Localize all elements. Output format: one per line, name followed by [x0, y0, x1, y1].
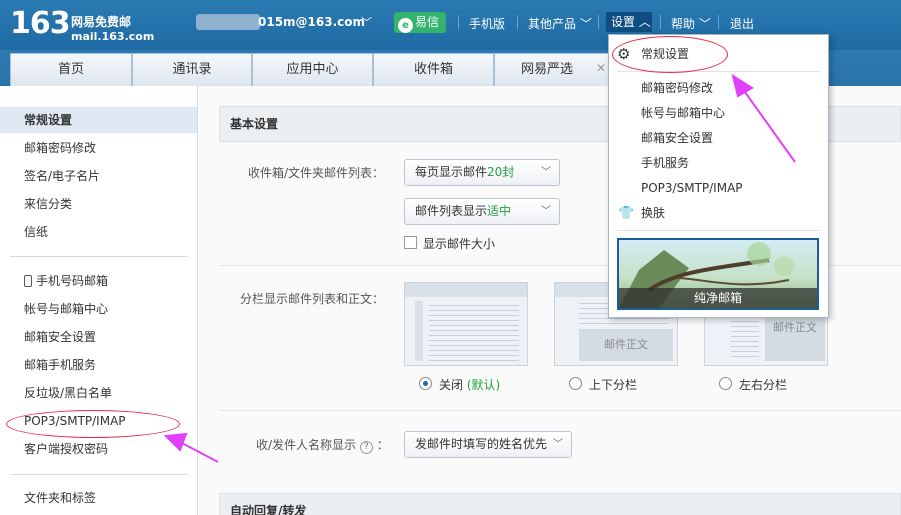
divider: [718, 15, 719, 29]
sidebar-item-label: 手机号码邮箱: [36, 274, 109, 288]
highlight-ellipse: [6, 410, 180, 438]
sidebar-item-general[interactable]: 常规设置: [0, 107, 197, 133]
sidebar-item-mobile-service[interactable]: 邮箱手机服务: [0, 352, 197, 378]
select-density-value: 适中: [487, 204, 512, 218]
highlight-ellipse: [612, 36, 728, 73]
chevron-down-icon: ﹀: [541, 206, 551, 217]
dropdown-item-pop3[interactable]: POP3/SMTP/IMAP: [609, 176, 828, 200]
radio-default-text: (默认): [466, 378, 501, 392]
select-per-page[interactable]: 每页显示邮件20封 ﹀: [404, 159, 560, 186]
label-sender-text: 收/发件人名称显示: [256, 438, 357, 452]
label-sender: 收/发件人名称显示 ? ：: [256, 438, 389, 454]
tab-inbox[interactable]: 收件箱: [373, 53, 494, 86]
sidebar-item-signature[interactable]: 签名/电子名片: [0, 163, 197, 189]
nav-other-products[interactable]: 其他产品 ﹀: [528, 15, 592, 32]
yixin-label: 易信: [415, 15, 440, 29]
skin-label: 纯净邮箱: [619, 288, 817, 308]
thumb-body: 邮件正文: [579, 329, 673, 361]
radio-off-label: 关闭 (默认): [439, 376, 500, 393]
dropdown-item-mobile[interactable]: 手机服务: [609, 151, 828, 175]
select-per-page-prefix: 每页显示邮件: [415, 165, 488, 179]
nav-help-label: 帮助: [671, 17, 696, 31]
tab-app-center[interactable]: 应用中心: [252, 53, 373, 86]
help-icon[interactable]: ?: [359, 441, 373, 454]
sidebar-item-filters[interactable]: 来信分类: [0, 191, 197, 217]
select-sender-text: 发邮件时填写的姓名优先: [415, 437, 548, 451]
divider: [10, 256, 188, 257]
select-density[interactable]: 邮件列表显示适中 ﹀: [404, 198, 560, 225]
divider: [10, 474, 188, 475]
sidebar-item-account-center[interactable]: 帐号与邮箱中心: [0, 296, 197, 322]
select-sender-name[interactable]: 发邮件时填写的姓名优先 ﹀: [404, 431, 572, 458]
section-auto-reply-header: 自动回复/转发: [219, 493, 901, 515]
divider: [458, 15, 459, 29]
skin-preview[interactable]: 纯净邮箱: [617, 238, 819, 310]
nav-settings-label: 设置: [611, 15, 636, 29]
tab-contacts[interactable]: 通讯录: [132, 53, 252, 86]
nav-settings[interactable]: 设置 ︿: [606, 12, 652, 32]
radio-off-text: 关闭: [439, 378, 464, 392]
sidebar-item-stationery[interactable]: 信纸: [0, 219, 197, 245]
select-density-prefix: 邮件列表显示: [415, 204, 488, 218]
layout-thumb-off[interactable]: [404, 282, 528, 366]
tshirt-icon: 👕: [618, 206, 635, 221]
thumb-lines: [429, 305, 519, 361]
yixin-button[interactable]: e 易信: [394, 12, 446, 33]
divider: [517, 15, 518, 29]
divider: [219, 410, 901, 411]
sidebar-item-phone-mailbox[interactable]: 手机号码邮箱: [0, 268, 197, 294]
nav-mobile[interactable]: 手机版: [469, 15, 505, 32]
divider: [617, 230, 820, 231]
dropdown-item-skin[interactable]: 👕 换肤: [609, 201, 828, 225]
divider: [598, 15, 599, 29]
divider: [660, 15, 661, 29]
label-split: 分栏显示邮件列表和正文：: [239, 292, 384, 306]
radio-leftright-label: 左右分栏: [739, 378, 788, 392]
account-email[interactable]: 015m@163.com: [258, 15, 365, 29]
settings-sidebar: 常规设置 邮箱密码修改 签名/电子名片 来信分类 信纸 手机号码邮箱 帐号与邮箱…: [0, 86, 198, 515]
thumb-side: [415, 301, 423, 361]
label-list: 收件箱/文件夹邮件列表：: [247, 166, 384, 180]
yixin-icon: e: [398, 18, 413, 33]
dropdown-item-label: 换肤: [641, 206, 666, 220]
radio-off[interactable]: [419, 377, 432, 390]
nav-logout[interactable]: 退出: [730, 15, 754, 32]
close-icon[interactable]: ✕: [596, 61, 606, 75]
logo-name: 网易免费邮: [71, 15, 132, 29]
tab-home[interactable]: 首页: [10, 53, 132, 86]
show-size-checkbox[interactable]: [404, 236, 417, 249]
nav-other-label: 其他产品: [528, 17, 577, 31]
sidebar-item-folders[interactable]: 文件夹和标签: [0, 485, 197, 511]
chevron-down-icon[interactable]: ﹀: [361, 14, 372, 30]
sidebar-item-security[interactable]: 邮箱安全设置: [0, 324, 197, 350]
sidebar-item-password[interactable]: 邮箱密码修改: [0, 135, 197, 161]
dropdown-item-account-center[interactable]: 帐号与邮箱中心: [609, 101, 828, 125]
radio-updown[interactable]: [569, 377, 582, 390]
sidebar-item-antispam[interactable]: 反垃圾/黑白名单: [0, 380, 197, 406]
select-per-page-value: 20封: [487, 165, 515, 179]
radio-leftright[interactable]: [719, 377, 732, 390]
chevron-down-icon: ﹀: [541, 167, 551, 178]
dropdown-item-security[interactable]: 邮箱安全设置: [609, 126, 828, 150]
dropdown-item-password[interactable]: 邮箱密码修改: [609, 76, 828, 100]
thumb-bar: [405, 283, 527, 297]
chevron-down-icon: ﹀: [553, 439, 563, 450]
logo-163[interactable]: 163: [10, 6, 71, 41]
logo-domain: mail.163.com: [71, 30, 155, 43]
thumb-body: 邮件正文: [765, 313, 825, 361]
account-blur: [196, 14, 260, 30]
show-size-label: 显示邮件大小: [423, 237, 496, 251]
phone-icon: [24, 275, 32, 287]
sidebar-item-client-password[interactable]: 客户端授权密码: [0, 436, 197, 462]
radio-updown-label: 上下分栏: [589, 378, 638, 392]
nav-help[interactable]: 帮助 ﹀: [671, 15, 711, 32]
settings-dropdown: ⚙ 常规设置 邮箱密码修改 帐号与邮箱中心 邮箱安全设置 手机服务 POP3/S…: [608, 34, 829, 318]
